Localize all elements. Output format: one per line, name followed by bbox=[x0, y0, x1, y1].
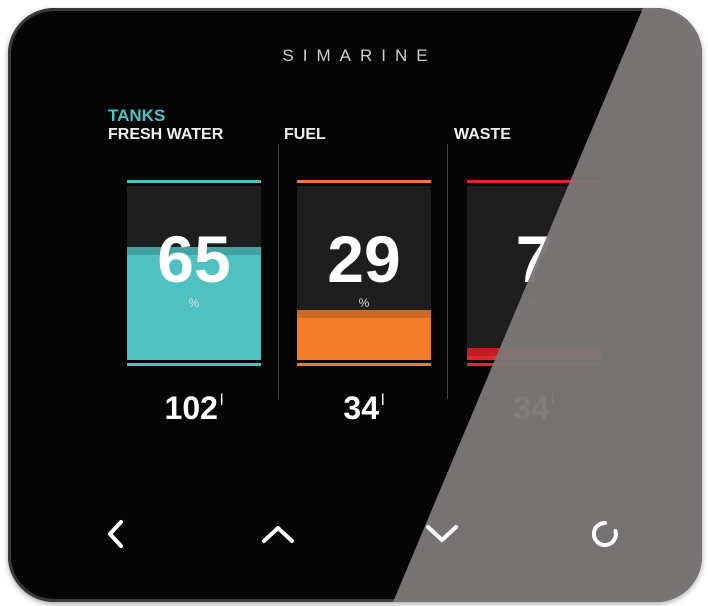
tank-top-line bbox=[297, 180, 431, 183]
tank-volume-fresh-water: 102 l bbox=[127, 390, 261, 427]
tank-bottom-line bbox=[467, 363, 601, 366]
tank-top-line bbox=[467, 180, 601, 183]
tank-bottom-line bbox=[297, 363, 431, 366]
brand-logo: SIMARINE bbox=[282, 46, 437, 65]
circle-icon bbox=[591, 520, 618, 547]
tank-label-fuel: FUEL bbox=[284, 126, 326, 143]
tank-percent-value: 7 bbox=[515, 222, 553, 296]
tank-level-fill bbox=[297, 310, 431, 360]
tank-level-fill bbox=[467, 348, 601, 360]
volume-value: 34 bbox=[343, 390, 380, 426]
up-button[interactable] bbox=[256, 512, 300, 556]
select-button[interactable] bbox=[583, 512, 627, 556]
tank-bottom-line bbox=[127, 363, 261, 366]
percent-sign: % bbox=[358, 296, 370, 310]
tank-percent-value: 29 bbox=[327, 222, 401, 296]
tank-volume-fuel: 34 l bbox=[297, 390, 431, 427]
percent-sign: % bbox=[188, 296, 200, 310]
volume-unit: l bbox=[381, 392, 385, 409]
tank-gauge-fresh-water: 65 % bbox=[127, 180, 261, 366]
volume-value: 102 bbox=[164, 390, 218, 426]
tank-volume-waste: 34 l bbox=[467, 390, 601, 427]
chevron-left-icon bbox=[108, 520, 123, 548]
tank-gauge-fuel: 29 % bbox=[297, 180, 431, 366]
percent-sign: % bbox=[528, 296, 540, 310]
volume-unit: l bbox=[551, 392, 555, 409]
chevron-down-icon bbox=[426, 525, 458, 542]
column-divider bbox=[447, 144, 448, 399]
volume-unit: l bbox=[219, 392, 224, 409]
tank-gauge-waste: 7 % bbox=[467, 180, 601, 366]
back-button[interactable] bbox=[94, 512, 138, 556]
tank-top-line bbox=[127, 180, 261, 183]
column-divider bbox=[278, 144, 279, 399]
tank-label-fresh-water: FRESH WATER bbox=[108, 126, 224, 143]
volume-value: 34 bbox=[513, 390, 550, 426]
tank-percent-value: 65 bbox=[157, 222, 231, 296]
tank-label-waste: WASTE bbox=[454, 126, 511, 143]
section-title: TANKS bbox=[108, 106, 166, 125]
down-button[interactable] bbox=[420, 512, 464, 556]
monitor-device: SIMARINE TANKS FRESH WATER FUEL WASTE 65… bbox=[8, 8, 702, 602]
chevron-up-icon bbox=[262, 526, 294, 543]
